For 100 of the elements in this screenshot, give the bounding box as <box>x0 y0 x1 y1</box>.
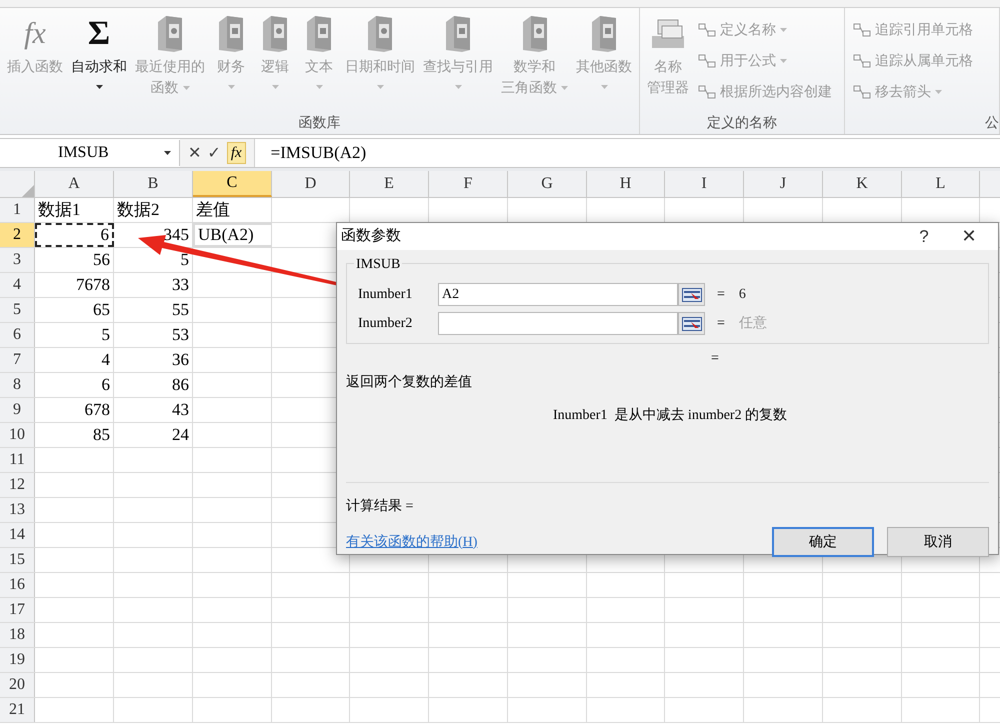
ribbon-button[interactable]: Σ 自动求和 <box>68 8 130 110</box>
argument-field[interactable] <box>438 312 678 335</box>
function-description: 返回两个复数的差值 <box>346 374 473 392</box>
function-icon: fx <box>24 14 46 54</box>
table-cell[interactable]: 7678 <box>35 273 114 297</box>
table-cell[interactable]: 55 <box>114 298 193 322</box>
collapse-button[interactable] <box>678 283 705 306</box>
caret-icon <box>182 86 190 90</box>
group-label: 函数库 <box>298 112 340 132</box>
collapse-button[interactable] <box>678 312 705 335</box>
insert-function-button[interactable]: fx <box>226 142 246 164</box>
table-cell[interactable]: 24 <box>114 423 193 447</box>
row-header[interactable]: 16 <box>0 573 35 597</box>
column-header[interactable]: C <box>193 171 272 197</box>
row-header[interactable]: 18 <box>0 623 35 647</box>
column-header[interactable]: A <box>35 171 114 197</box>
table-cell[interactable]: 36 <box>114 348 193 372</box>
close-button[interactable]: ✕ <box>944 223 994 250</box>
argument-result: 6 <box>738 286 746 304</box>
small-tool-icon <box>698 22 716 38</box>
help-link[interactable]: 有关该函数的帮助(H) <box>346 532 759 552</box>
table-cell[interactable]: 6 <box>35 223 114 247</box>
row-header[interactable]: 7 <box>0 348 35 372</box>
row-header[interactable]: 8 <box>0 373 35 397</box>
cancel-icon[interactable]: ✕ <box>188 141 202 165</box>
dialog-button[interactable]: 取消 <box>887 527 989 557</box>
column-header[interactable]: G <box>508 171 587 197</box>
row-header[interactable]: 19 <box>0 648 35 672</box>
caret-icon <box>228 85 234 89</box>
small-tool-icon <box>698 52 716 68</box>
argument-result: 任意 <box>738 314 767 333</box>
row-header[interactable]: 3 <box>0 248 35 272</box>
row-header[interactable]: 4 <box>0 273 35 297</box>
caret-icon <box>561 86 568 90</box>
row-header[interactable]: 6 <box>0 323 35 347</box>
table-cell[interactable]: 差值 <box>193 198 272 222</box>
row-header[interactable]: 5 <box>0 298 35 322</box>
table-cell[interactable]: 43 <box>114 398 193 422</box>
enter-icon[interactable]: ✓ <box>207 141 221 165</box>
small-tool-icon <box>853 52 871 68</box>
caret-icon <box>780 28 787 32</box>
row-header[interactable]: 13 <box>0 498 35 522</box>
sum-icon: Σ <box>88 14 110 54</box>
equals-sign: = <box>717 286 725 304</box>
row-header[interactable]: 2 <box>0 223 35 247</box>
small-tool-icon <box>853 84 871 100</box>
argument-label: Inumber1 <box>358 286 414 304</box>
row-header[interactable]: 10 <box>0 423 35 447</box>
dialog-button[interactable]: 确定 <box>772 527 874 557</box>
table-cell[interactable]: 86 <box>114 373 193 397</box>
argument-label: Inumber2 <box>358 315 414 333</box>
row-header[interactable]: 9 <box>0 398 35 422</box>
equals-sign: = <box>711 350 720 368</box>
table-cell[interactable]: 数据2 <box>114 198 193 222</box>
result-label: 计算结果 = <box>346 498 414 516</box>
column-header[interactable]: L <box>902 171 980 197</box>
caret-icon <box>316 85 322 89</box>
row-header[interactable]: 12 <box>0 473 35 497</box>
column-header[interactable]: J <box>744 171 823 197</box>
collapse-dialog-icon <box>682 288 702 302</box>
column-header[interactable]: K <box>823 171 902 197</box>
row-header[interactable]: 14 <box>0 523 35 547</box>
table-cell[interactable]: 65 <box>35 298 114 322</box>
column-header[interactable]: D <box>272 171 350 197</box>
table-cell[interactable]: 56 <box>35 248 114 272</box>
caret-icon <box>376 85 384 89</box>
caret-icon <box>935 90 942 94</box>
table-cell[interactable]: 85 <box>35 423 114 447</box>
column-header[interactable]: H <box>587 171 665 197</box>
table-cell[interactable]: 4 <box>35 348 114 372</box>
table-cell[interactable]: 678 <box>35 398 114 422</box>
small-tool-icon <box>853 22 871 38</box>
caret-icon <box>454 85 462 89</box>
column-header[interactable]: E <box>350 171 429 197</box>
table-cell[interactable]: UB(A2) <box>193 223 272 247</box>
group-label: 定义的名称 <box>707 112 777 132</box>
equals-sign: = <box>717 315 725 333</box>
argument-field[interactable]: A2 <box>438 283 678 306</box>
small-tool-icon <box>698 84 716 100</box>
formula-text: =IMSUB(A2) <box>270 142 366 164</box>
column-header[interactable]: I <box>665 171 744 197</box>
table-cell[interactable]: 53 <box>114 323 193 347</box>
table-cell[interactable]: 5 <box>35 323 114 347</box>
row-header[interactable]: 11 <box>0 448 35 472</box>
row-header[interactable]: 1 <box>0 198 35 222</box>
caret-icon <box>780 58 787 62</box>
group-label: 公 <box>985 112 999 132</box>
row-header[interactable]: 17 <box>0 598 35 622</box>
help-button[interactable]: ? <box>904 224 944 250</box>
row-header[interactable]: 21 <box>0 698 35 722</box>
collapse-dialog-icon <box>682 316 702 330</box>
table-cell[interactable]: 6 <box>35 373 114 397</box>
column-header[interactable]: F <box>429 171 508 197</box>
table-cell[interactable]: 33 <box>114 273 193 297</box>
row-header[interactable]: 20 <box>0 673 35 697</box>
caret-icon <box>96 85 102 89</box>
dialog-title: 函数参数 <box>341 226 402 246</box>
table-cell[interactable]: 数据1 <box>35 198 114 222</box>
caret-icon <box>600 85 608 89</box>
row-header[interactable]: 15 <box>0 548 35 572</box>
